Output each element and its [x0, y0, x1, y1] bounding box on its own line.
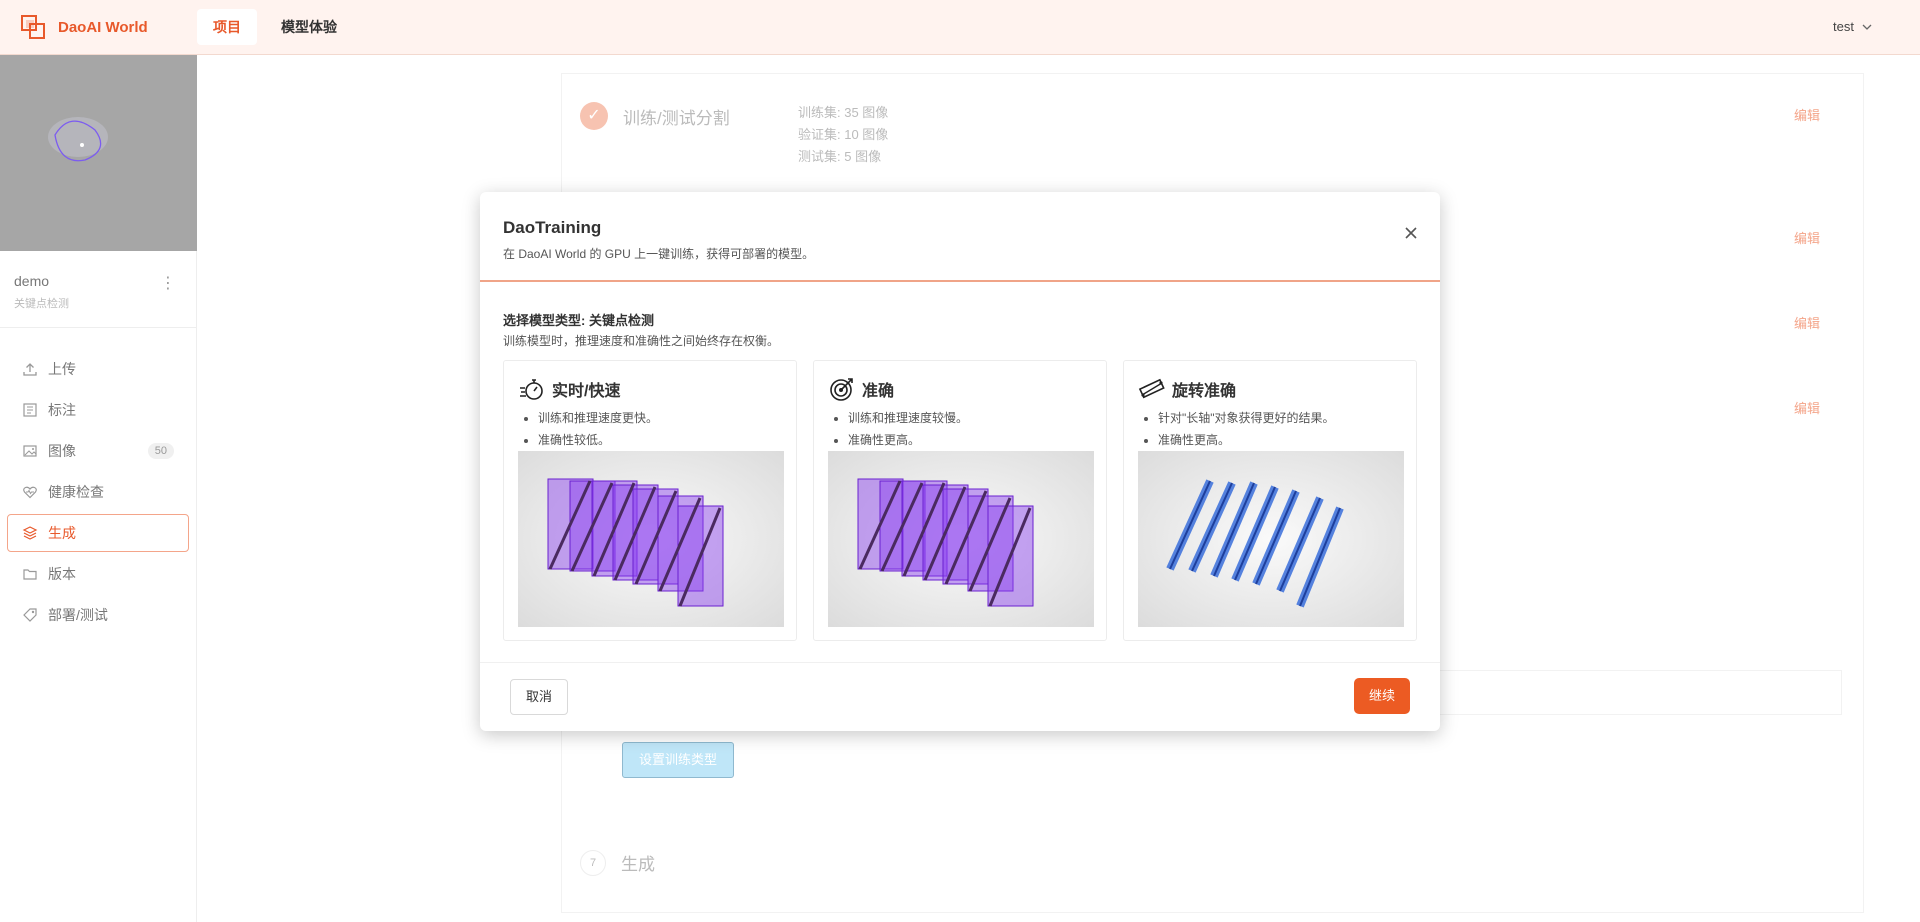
option-realtime-fast[interactable]: 实时/快速 训练和推理速度更快。 准确性较低。 [503, 360, 797, 641]
bullet: 训练和推理速度较慢。 [848, 407, 968, 429]
bullet: 准确性更高。 [848, 429, 968, 451]
rotated-example-image [1138, 451, 1404, 627]
rotate-box-icon [1138, 378, 1165, 399]
option-name: 旋转准确 [1172, 383, 1237, 400]
bullet: 准确性较低。 [538, 429, 658, 451]
continue-button[interactable]: 继续 [1354, 678, 1410, 714]
modal-header: DaoTraining 在 DaoAI World 的 GPU 上一键训练，获得… [480, 192, 1440, 282]
accurate-example-image [828, 451, 1094, 627]
option-name: 实时/快速 [552, 383, 621, 400]
select-model-title: 选择模型类型: 关键点检测 [503, 313, 654, 328]
stopwatch-icon [520, 379, 543, 400]
option-bullets: 针对"长轴"对象获得更好的结果。 准确性更高。 [1138, 407, 1335, 451]
bullet: 准确性更高。 [1158, 429, 1335, 451]
option-bullets: 训练和推理速度较慢。 准确性更高。 [828, 407, 968, 451]
daotraining-modal: DaoTraining 在 DaoAI World 的 GPU 上一键训练，获得… [480, 192, 1440, 731]
option-name: 准确 [862, 383, 895, 400]
cancel-button[interactable]: 取消 [510, 679, 568, 715]
bullet: 针对"长轴"对象获得更好的结果。 [1158, 407, 1335, 429]
model-options: 实时/快速 训练和推理速度更快。 准确性较低。 [503, 360, 1417, 642]
modal-footer: 取消 继续 [480, 662, 1440, 731]
option-accurate[interactable]: 准确 训练和推理速度较慢。 准确性更高。 [813, 360, 1107, 641]
modal-subtitle: 在 DaoAI World 的 GPU 上一键训练，获得可部署的模型。 [503, 247, 815, 261]
close-icon[interactable] [1404, 226, 1418, 240]
bullet: 训练和推理速度更快。 [538, 407, 658, 429]
modal-title: DaoTraining [503, 218, 602, 237]
select-model-subtitle: 训练模型时，推理速度和准确性之间始终存在权衡。 [503, 334, 780, 348]
option-bullets: 训练和推理速度更快。 准确性较低。 [518, 407, 658, 451]
option-rotated-accurate[interactable]: 旋转准确 针对"长轴"对象获得更好的结果。 准确性更高。 [1123, 360, 1417, 641]
target-icon [830, 378, 853, 401]
fast-example-image [518, 451, 784, 627]
